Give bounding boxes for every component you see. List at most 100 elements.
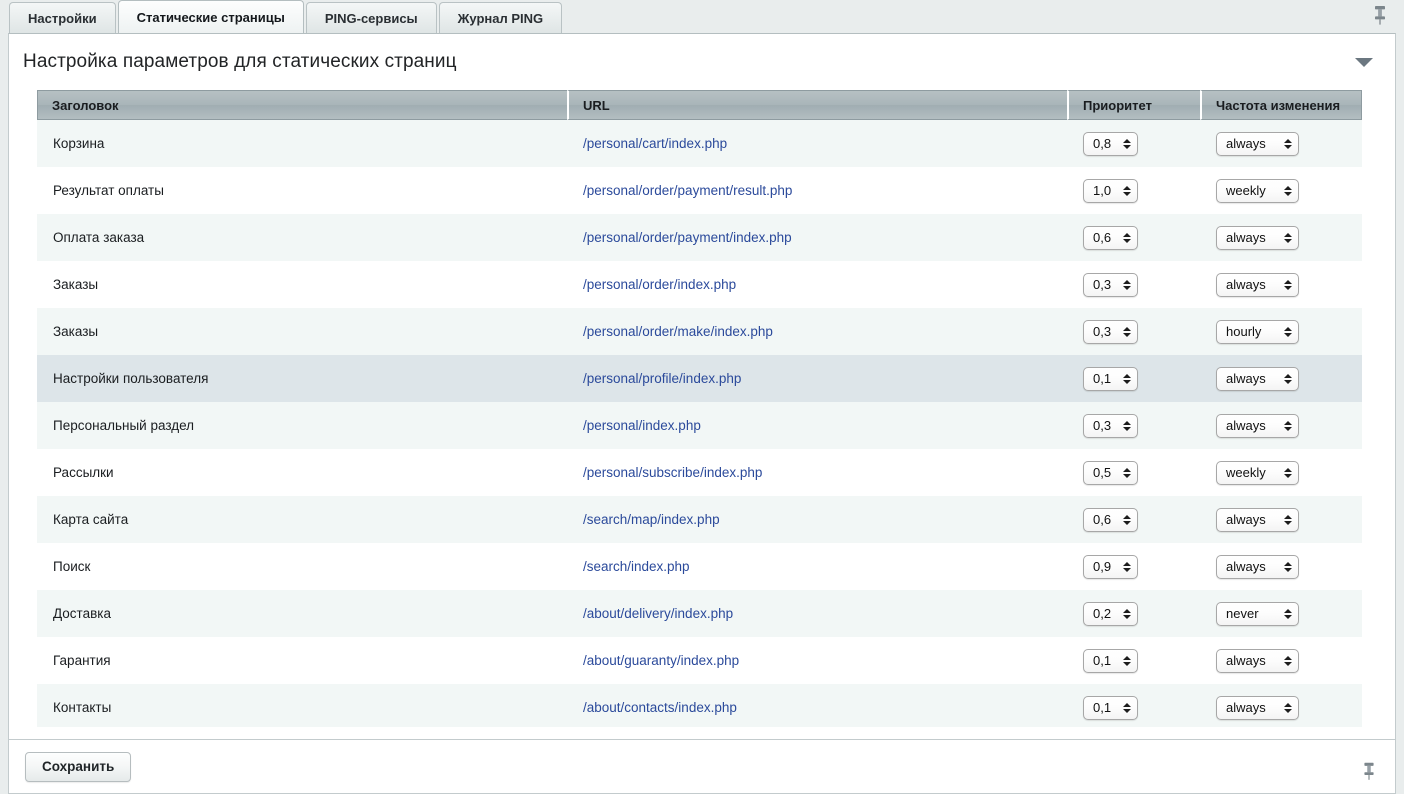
url-link[interactable]: /about/guaranty/index.php xyxy=(583,653,739,668)
url-link[interactable]: /search/index.php xyxy=(583,559,690,574)
table-row[interactable]: Персональный раздел/personal/index.php0,… xyxy=(37,402,1362,449)
table-row[interactable]: Настройки пользователя/personal/profile/… xyxy=(37,355,1362,402)
url-link[interactable]: /personal/order/payment/result.php xyxy=(583,183,792,198)
priority-select[interactable]: 1,0 xyxy=(1083,179,1138,203)
table-row[interactable]: Рассылки/personal/subscribe/index.php 0,5… xyxy=(37,449,1362,496)
triangle-down-icon[interactable] xyxy=(1353,54,1375,70)
cell-frequency: always xyxy=(1200,637,1362,684)
table-row[interactable]: Корзина/personal/cart/index.php 0,8 always xyxy=(37,120,1362,167)
cell-title: Поиск xyxy=(37,543,567,590)
url-link[interactable]: /personal/order/index.php xyxy=(583,277,736,292)
cell-url: /personal/order/make/index.php xyxy=(567,308,1067,355)
tab-1[interactable]: Статические страницы xyxy=(118,0,304,33)
frequency-select[interactable]: always xyxy=(1216,132,1299,156)
frequency-select[interactable]: always xyxy=(1216,414,1299,438)
url-link[interactable]: /personal/order/make/index.php xyxy=(583,324,773,339)
pushpin-icon-bottom[interactable] xyxy=(1358,760,1380,782)
priority-select-value: 0,1 xyxy=(1093,368,1111,390)
url-link[interactable]: /search/map/index.php xyxy=(583,512,720,527)
pushpin-icon-top[interactable] xyxy=(1368,3,1392,27)
stepper-arrows-icon xyxy=(1123,327,1131,337)
priority-select[interactable]: 0,6 xyxy=(1083,508,1138,532)
cell-frequency: never xyxy=(1200,590,1362,637)
column-header-frequency[interactable]: Частота изменения xyxy=(1200,90,1362,120)
url-link[interactable]: /personal/profile/index.php xyxy=(583,371,741,386)
priority-select[interactable]: 0,3 xyxy=(1083,414,1138,438)
table-row[interactable]: Контакты/about/contacts/index.php0,1alwa… xyxy=(37,684,1362,727)
cell-priority: 0,6 xyxy=(1067,214,1200,261)
priority-select[interactable]: 0,9 xyxy=(1083,555,1138,579)
frequency-select[interactable]: hourly xyxy=(1216,320,1299,344)
table-header: Заголовок URL Приоритет Частота изменени… xyxy=(37,90,1362,120)
frequency-select[interactable]: always xyxy=(1216,226,1299,250)
url-link[interactable]: /personal/index.php xyxy=(583,418,701,433)
url-link[interactable]: /about/delivery/index.php xyxy=(583,606,733,621)
frequency-select[interactable]: always xyxy=(1216,367,1299,391)
priority-select[interactable]: 0,1 xyxy=(1083,696,1138,720)
priority-select[interactable]: 0,5 xyxy=(1083,461,1138,485)
frequency-select-value: always xyxy=(1226,227,1266,249)
cell-url: /personal/subscribe/index.php xyxy=(567,449,1067,496)
url-link[interactable]: /personal/cart/index.php xyxy=(583,136,727,151)
priority-select[interactable]: 0,6 xyxy=(1083,226,1138,250)
table-row[interactable]: Результат оплаты/personal/order/payment/… xyxy=(37,167,1362,214)
tab-2[interactable]: PING-сервисы xyxy=(306,2,437,33)
tab-3[interactable]: Журнал PING xyxy=(439,2,562,33)
table-header-row: Заголовок URL Приоритет Частота изменени… xyxy=(37,90,1362,120)
static-pages-table: Заголовок URL Приоритет Частота изменени… xyxy=(37,90,1362,727)
table-row[interactable]: Поиск/search/index.php 0,9 always xyxy=(37,543,1362,590)
save-button[interactable]: Сохранить xyxy=(25,752,131,782)
cell-priority: 0,3 xyxy=(1067,261,1200,308)
frequency-select[interactable]: always xyxy=(1216,508,1299,532)
cell-title: Корзина xyxy=(37,120,567,167)
table-row[interactable]: Оплата заказа/personal/order/payment/ind… xyxy=(37,214,1362,261)
table-row[interactable]: Карта сайта/search/map/index.php0,6alway… xyxy=(37,496,1362,543)
stepper-arrows-icon xyxy=(1284,468,1292,478)
column-header-title[interactable]: Заголовок xyxy=(37,90,567,120)
priority-select[interactable]: 0,1 xyxy=(1083,367,1138,391)
cell-priority: 0,3 xyxy=(1067,308,1200,355)
cell-title: Доставка xyxy=(37,590,567,637)
priority-select[interactable]: 0,1 xyxy=(1083,649,1138,673)
table-row[interactable]: Гарантия/about/guaranty/index.php0,1alwa… xyxy=(37,637,1362,684)
table-row[interactable]: Заказы/personal/order/index.php0,3always xyxy=(37,261,1362,308)
frequency-select-value: weekly xyxy=(1226,462,1266,484)
frequency-select[interactable]: always xyxy=(1216,273,1299,297)
cell-frequency: always xyxy=(1200,402,1362,449)
url-link[interactable]: /about/contacts/index.php xyxy=(583,700,737,715)
frequency-select-value: always xyxy=(1226,650,1266,672)
cell-priority: 1,0 xyxy=(1067,167,1200,214)
frequency-select[interactable]: never xyxy=(1216,602,1299,626)
panel-body: Заголовок URL Приоритет Частота изменени… xyxy=(9,90,1395,727)
priority-select[interactable]: 0,2 xyxy=(1083,602,1138,626)
priority-select[interactable]: 0,3 xyxy=(1083,320,1138,344)
stepper-arrows-icon xyxy=(1123,656,1131,666)
frequency-select[interactable]: weekly xyxy=(1216,179,1299,203)
tab-0[interactable]: Настройки xyxy=(9,2,116,33)
url-link[interactable]: /personal/subscribe/index.php xyxy=(583,465,762,480)
stepper-arrows-icon xyxy=(1284,327,1292,337)
priority-select-value: 0,3 xyxy=(1093,415,1111,437)
priority-select-value: 0,6 xyxy=(1093,509,1111,531)
frequency-select[interactable]: always xyxy=(1216,555,1299,579)
cell-title: Настройки пользователя xyxy=(37,355,567,402)
frequency-select[interactable]: weekly xyxy=(1216,461,1299,485)
frequency-select[interactable]: always xyxy=(1216,696,1299,720)
url-link[interactable]: /personal/order/payment/index.php xyxy=(583,230,792,245)
frequency-select-value: always xyxy=(1226,556,1266,578)
frequency-select-value: never xyxy=(1226,603,1259,625)
cell-priority: 0,6 xyxy=(1067,496,1200,543)
table-row[interactable]: Заказы/personal/order/make/index.php0,3h… xyxy=(37,308,1362,355)
cell-priority: 0,1 xyxy=(1067,355,1200,402)
priority-select-value: 0,3 xyxy=(1093,274,1111,296)
column-header-priority[interactable]: Приоритет xyxy=(1067,90,1200,120)
table-row[interactable]: Доставка/about/delivery/index.php 0,2 neve… xyxy=(37,590,1362,637)
frequency-select[interactable]: always xyxy=(1216,649,1299,673)
stepper-arrows-icon xyxy=(1123,374,1131,384)
cell-title: Рассылки xyxy=(37,449,567,496)
priority-select[interactable]: 0,3 xyxy=(1083,273,1138,297)
priority-select[interactable]: 0,8 xyxy=(1083,132,1138,156)
cell-frequency: always xyxy=(1200,543,1362,590)
stepper-arrows-icon xyxy=(1284,233,1292,243)
column-header-url[interactable]: URL xyxy=(567,90,1067,120)
